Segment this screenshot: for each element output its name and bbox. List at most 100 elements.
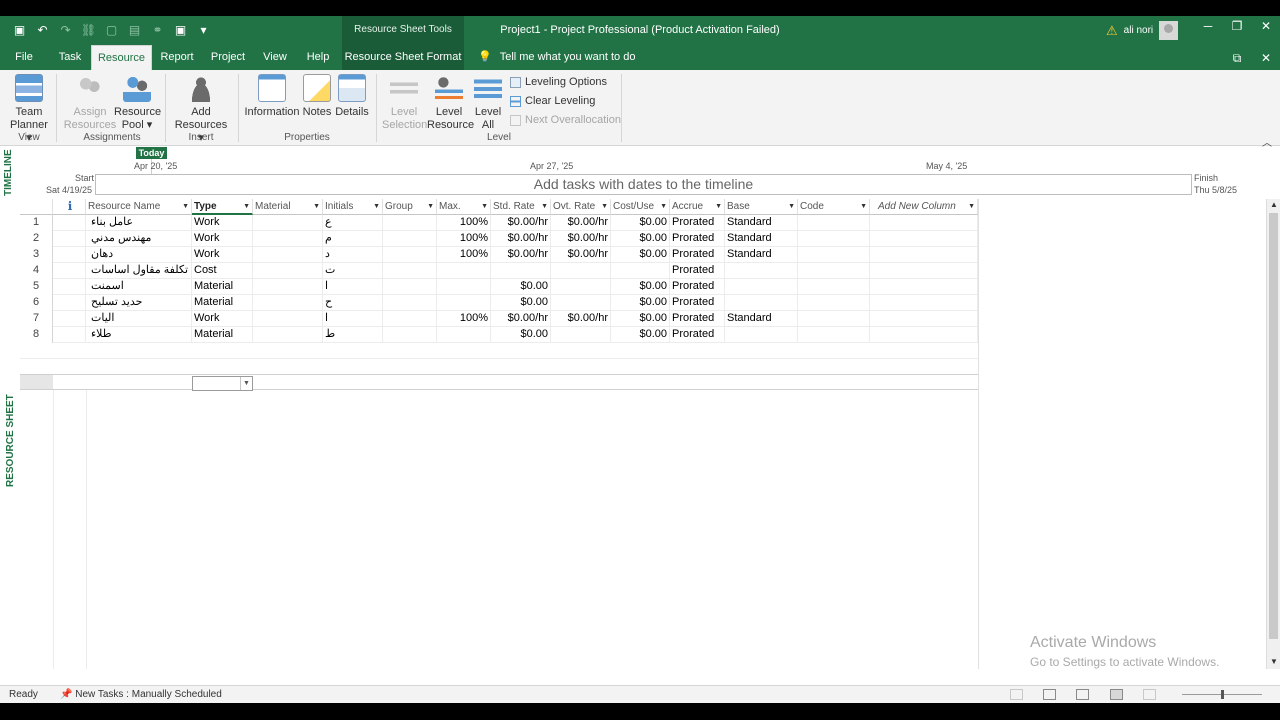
std-rate-cell[interactable]: $0.00/hr	[491, 231, 551, 247]
group-cell[interactable]	[383, 263, 437, 279]
column-header-material[interactable]: Material ▼	[253, 199, 323, 215]
filter-dropdown-icon[interactable]: ▼	[427, 199, 434, 214]
cost-use-cell[interactable]	[611, 263, 670, 279]
cost-use-cell[interactable]: $0.00	[611, 295, 670, 311]
material-cell[interactable]	[253, 231, 323, 247]
ovt-rate-cell[interactable]: $0.00/hr	[551, 311, 611, 327]
resource-name-cell[interactable]: طلاء	[86, 327, 192, 343]
filter-dropdown-icon[interactable]: ▼	[182, 199, 189, 214]
resource-name-cell[interactable]: عامل بناء	[86, 215, 192, 231]
group-cell[interactable]	[383, 295, 437, 311]
resource-name-cell[interactable]: تكلفة مقاول اساسات	[86, 263, 192, 279]
filter-dropdown-icon[interactable]: ▼	[660, 199, 667, 214]
base-cell[interactable]: Standard	[725, 215, 798, 231]
notes-button[interactable]: Notes	[301, 74, 333, 119]
gantt-view-icon[interactable]	[1043, 689, 1056, 700]
zoom-slider-thumb[interactable]	[1221, 690, 1224, 699]
type-cell[interactable]: Work	[192, 231, 253, 247]
column-header-add-new[interactable]: Add New Column ▼	[870, 199, 978, 215]
column-header-std-rate[interactable]: Std. Rate ▼	[491, 199, 551, 215]
group-cell[interactable]	[383, 327, 437, 343]
close-document-icon[interactable]: ✕	[1256, 51, 1276, 65]
filter-dropdown-icon[interactable]: ▼	[541, 199, 548, 214]
group-cell[interactable]	[383, 311, 437, 327]
tab-view[interactable]: View	[258, 45, 292, 70]
filter-dropdown-icon[interactable]: ▼	[481, 199, 488, 214]
resource-pool-button[interactable]: Resource Pool ▾	[114, 74, 161, 132]
material-cell[interactable]	[253, 295, 323, 311]
new-entry-row[interactable]: ▼	[20, 374, 978, 391]
filter-dropdown-icon[interactable]: ▼	[788, 199, 795, 214]
close-icon[interactable]: ✕	[1256, 19, 1276, 33]
material-cell[interactable]	[253, 327, 323, 343]
initials-cell[interactable]: ح	[323, 295, 383, 311]
row-number[interactable]: 7	[20, 311, 53, 327]
max-cell[interactable]	[437, 327, 491, 343]
resource-sheet-side-tab[interactable]: RESOURCE SHEET	[0, 199, 20, 669]
tab-project[interactable]: Project	[206, 45, 250, 70]
base-cell[interactable]	[725, 279, 798, 295]
base-cell[interactable]: Standard	[725, 231, 798, 247]
resource-sheet-view-icon[interactable]	[1110, 689, 1123, 700]
code-cell[interactable]	[798, 231, 870, 247]
cost-use-cell[interactable]: $0.00	[611, 231, 670, 247]
material-cell[interactable]	[253, 279, 323, 295]
clear-leveling-button[interactable]: Clear Leveling	[510, 95, 595, 107]
max-cell[interactable]	[437, 279, 491, 295]
report-view-icon[interactable]	[1143, 689, 1156, 700]
table-row[interactable]: 6 حديد تسليح Material ح $0.00 $0.00 Pror…	[20, 295, 978, 311]
initials-cell[interactable]: د	[323, 247, 383, 263]
table-row[interactable]: 7 اليات Work ا 100% $0.00/hr $0.00/hr $0…	[20, 311, 978, 327]
level-resource-button[interactable]: Level Resource	[427, 74, 474, 132]
select-all-corner[interactable]	[20, 199, 53, 215]
assign-resources-button[interactable]: Assign Resources	[62, 74, 118, 132]
task-usage-view-icon[interactable]	[1076, 689, 1089, 700]
initials-cell[interactable]: م	[323, 231, 383, 247]
information-button[interactable]: Information	[244, 74, 300, 119]
resource-name-cell[interactable]: اسمنت	[86, 279, 192, 295]
initials-cell[interactable]: ا	[323, 279, 383, 295]
scroll-down-icon[interactable]: ▼	[1268, 656, 1280, 668]
accrue-cell[interactable]: Prorated	[670, 295, 725, 311]
resource-name-cell[interactable]: اليات	[86, 311, 192, 327]
tab-task[interactable]: Task	[52, 45, 88, 70]
tell-me-box[interactable]: 💡 Tell me what you want to do	[478, 45, 635, 70]
ovt-rate-cell[interactable]: $0.00/hr	[551, 247, 611, 263]
cost-use-cell[interactable]: $0.00	[611, 215, 670, 231]
accrue-cell[interactable]: Prorated	[670, 231, 725, 247]
accrue-cell[interactable]: Prorated	[670, 279, 725, 295]
column-header-group[interactable]: Group ▼	[383, 199, 437, 215]
base-cell[interactable]	[725, 295, 798, 311]
vertical-scrollbar[interactable]: ▲ ▼	[1266, 199, 1280, 669]
new-column-cell[interactable]	[870, 247, 978, 263]
type-cell[interactable]: Work	[192, 247, 253, 263]
ovt-rate-cell[interactable]: $0.00/hr	[551, 231, 611, 247]
column-header-max[interactable]: Max. ▼	[437, 199, 491, 215]
group-cell[interactable]	[383, 247, 437, 263]
scroll-thumb[interactable]	[1269, 213, 1278, 639]
column-header-ovt-rate[interactable]: Ovt. Rate ▼	[551, 199, 611, 215]
chevron-down-icon[interactable]: ▼	[240, 377, 252, 390]
leveling-options-button[interactable]: Leveling Options	[510, 76, 607, 88]
new-tasks-mode[interactable]: 📌 New Tasks : Manually Scheduled	[60, 689, 222, 700]
table-row-empty[interactable]	[20, 359, 978, 375]
accrue-cell[interactable]: Prorated	[670, 247, 725, 263]
cost-use-cell[interactable]: $0.00	[611, 279, 670, 295]
row-number[interactable]: 3	[20, 247, 53, 263]
timeline-side-tab[interactable]: TIMELINE	[3, 146, 17, 196]
max-cell[interactable]: 100%	[437, 311, 491, 327]
new-column-cell[interactable]	[870, 311, 978, 327]
ovt-rate-cell[interactable]	[551, 327, 611, 343]
std-rate-cell[interactable]: $0.00	[491, 327, 551, 343]
row-number[interactable]: 5	[20, 279, 53, 295]
warning-icon[interactable]: ⚠	[1106, 23, 1118, 39]
group-cell[interactable]	[383, 279, 437, 295]
new-column-cell[interactable]	[870, 215, 978, 231]
row-number[interactable]: 2	[20, 231, 53, 247]
new-column-cell[interactable]	[870, 231, 978, 247]
table-row[interactable]: 8 طلاء Material ط $0.00 $0.00 Prorated	[20, 327, 978, 343]
redo-icon[interactable]: ↷	[56, 22, 75, 38]
column-header-code[interactable]: Code ▼	[798, 199, 870, 215]
cost-use-cell[interactable]: $0.00	[611, 247, 670, 263]
std-rate-cell[interactable]	[491, 263, 551, 279]
